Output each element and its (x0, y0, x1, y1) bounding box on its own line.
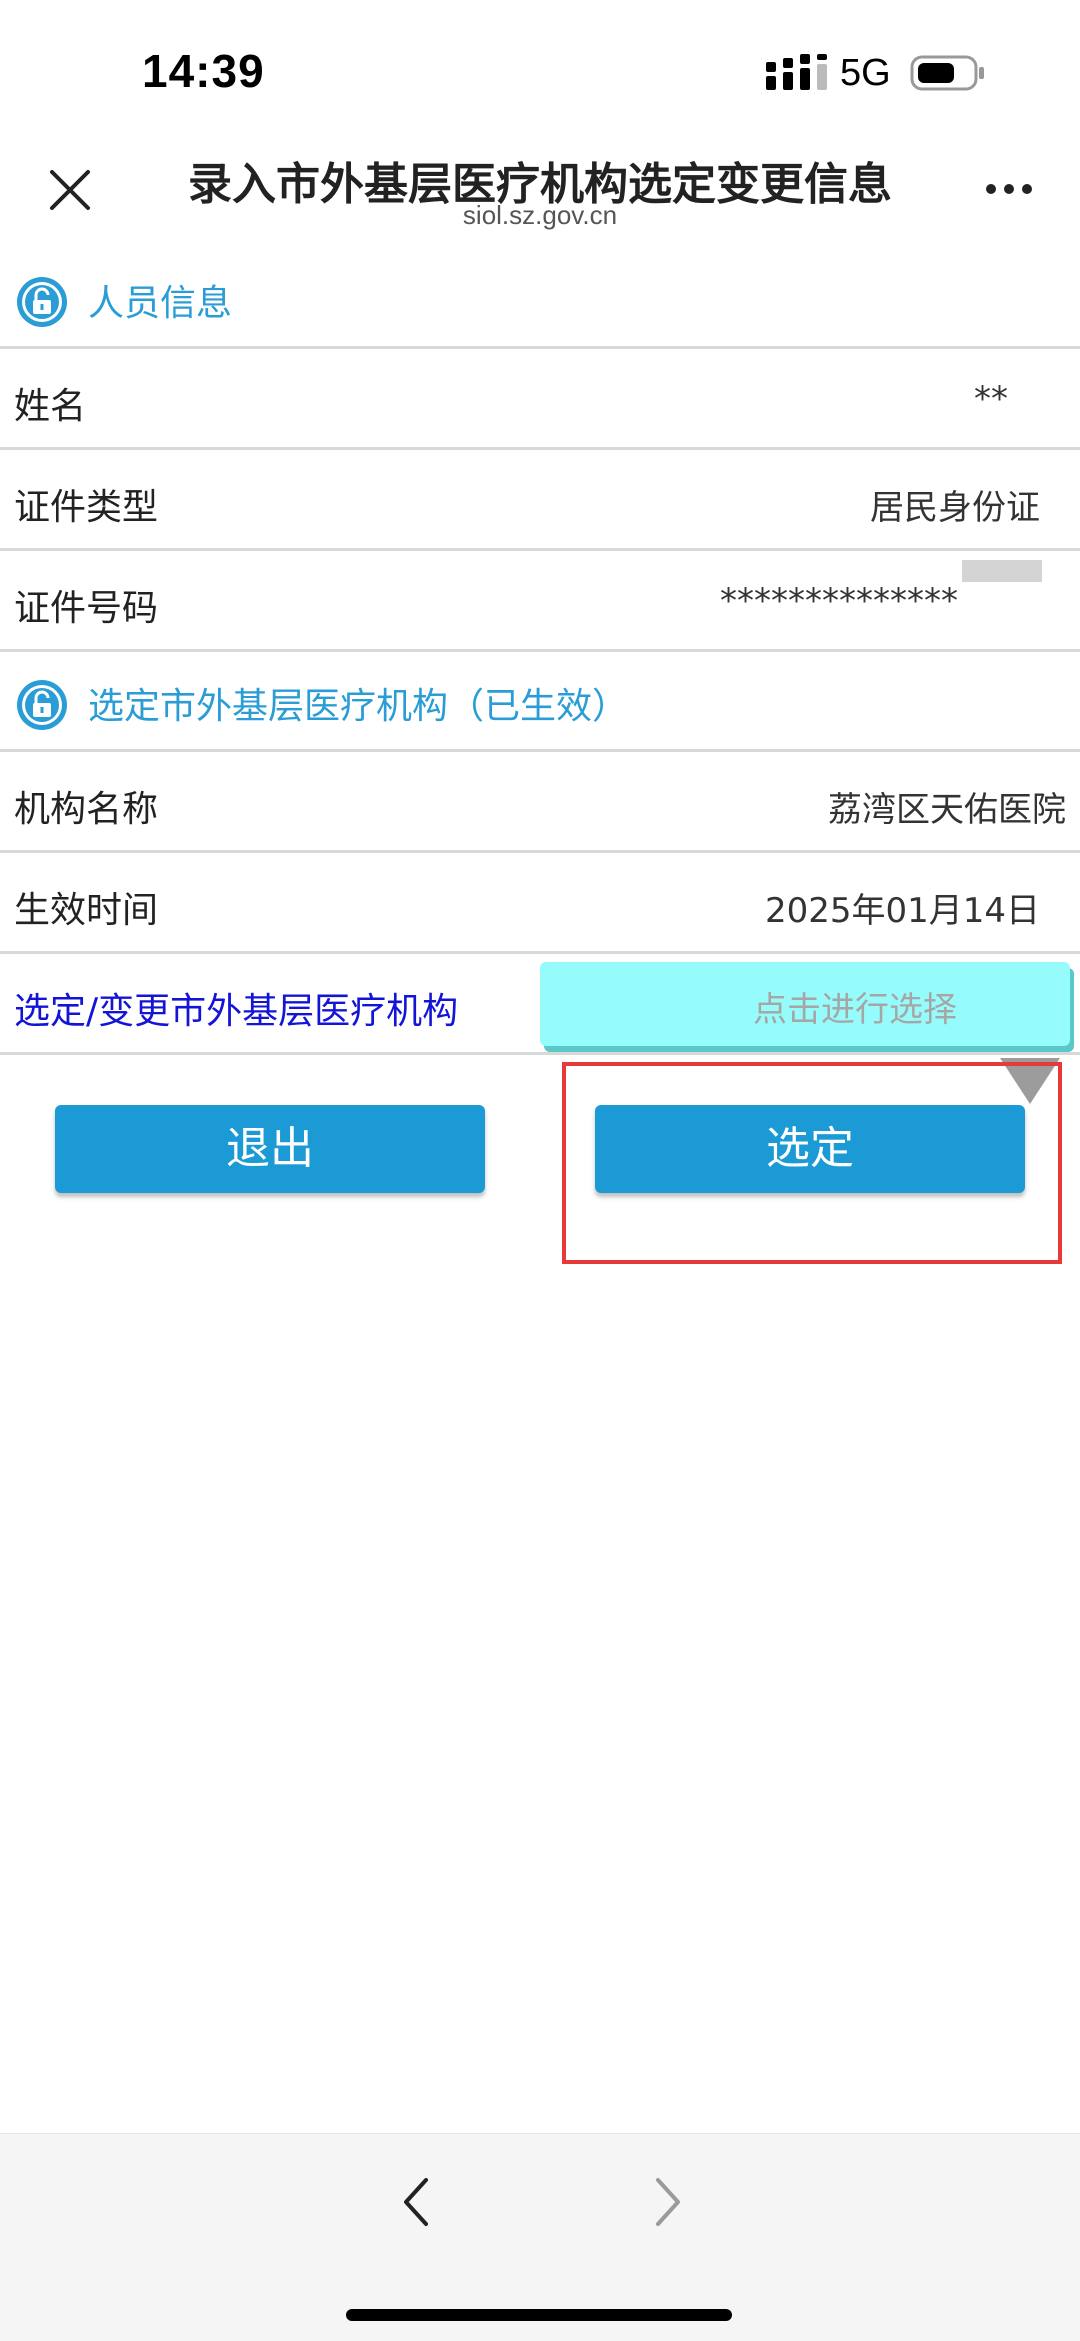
section-institution: 选定市外基层医疗机构（已生效） (0, 653, 1080, 752)
home-indicator (346, 2309, 732, 2321)
network-label: 5G (840, 52, 891, 94)
info-row-name: 姓名 ** (0, 349, 1080, 450)
back-icon[interactable] (396, 2174, 436, 2230)
row-value: ** (974, 379, 1008, 419)
row-label: 证件类型 (14, 487, 159, 528)
select-label: 选定/变更市外基层医疗机构 (14, 991, 459, 1032)
forward-icon[interactable] (648, 2174, 688, 2230)
section-personal-info: 人员信息 (0, 250, 1080, 349)
more-icon[interactable] (984, 182, 1034, 196)
status-bar: 14:39 5G (0, 0, 1080, 140)
redaction-block (962, 560, 1042, 582)
row-value: 居民身份证 (870, 488, 1040, 528)
section-title: 选定市外基层医疗机构（已生效） (88, 686, 629, 727)
row-label: 姓名 (14, 386, 87, 427)
lock-icon (17, 680, 67, 730)
page: 14:39 5G 录入市外基层医疗机构选定变更信息 siol.sz.gov.cn (0, 0, 1080, 2341)
page-domain: siol.sz.gov.cn (462, 200, 618, 230)
section-title: 人员信息 (88, 283, 233, 324)
select-placeholder: 点击进行选择 (753, 990, 957, 1030)
info-row-id-number: 证件号码 ************** (0, 551, 1080, 652)
row-value: ************** (720, 581, 958, 621)
highlight-box (562, 1062, 1062, 1264)
row-label: 证件号码 (14, 588, 159, 629)
row-value: 2025年01月14日 (764, 891, 1040, 931)
info-row-institution-name: 机构名称 荔湾区天佑医院 (0, 752, 1080, 853)
lock-icon (17, 277, 67, 327)
status-time: 14:39 (142, 45, 265, 97)
select-institution-picker[interactable]: 点击进行选择 (540, 962, 1070, 1046)
row-label: 机构名称 (14, 789, 159, 830)
signal-icon (766, 54, 827, 90)
battery-icon (910, 55, 984, 91)
row-value: 荔湾区天佑医院 (828, 790, 1066, 830)
row-label: 生效时间 (14, 890, 159, 931)
close-icon[interactable] (46, 166, 94, 214)
info-row-id-type: 证件类型 居民身份证 (0, 450, 1080, 551)
info-row-effective-date: 生效时间 2025年01月14日 (0, 853, 1080, 954)
exit-button[interactable]: 退出 (55, 1105, 485, 1193)
